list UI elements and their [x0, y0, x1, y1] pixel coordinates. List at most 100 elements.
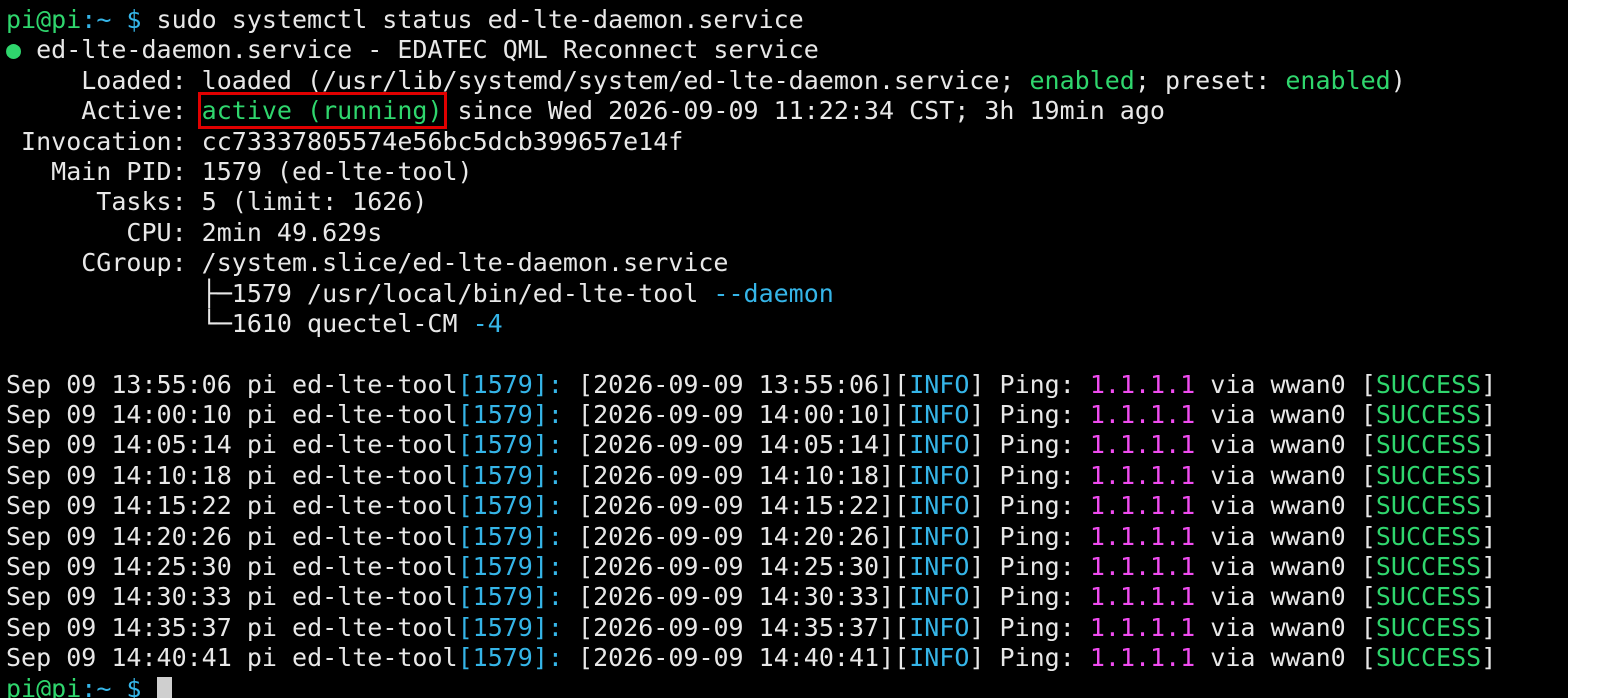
- log-host: pi: [246, 369, 277, 399]
- log-timestamp: Sep 09 14:00:10: [6, 400, 232, 430]
- log-line: Sep 09 14:05:14 pi ed-lte-tool[1579]: [2…: [6, 430, 1496, 460]
- log-punctuation: ]:: [532, 369, 563, 399]
- log-ip: 1.1.1.1: [1089, 643, 1196, 673]
- log-host: pi: [246, 612, 277, 642]
- log-punctuation: ][: [879, 612, 910, 642]
- log-punctuation: ][: [879, 552, 910, 582]
- log-message: Ping:: [999, 612, 1075, 642]
- log-pid: 1579: [472, 643, 533, 673]
- log-punctuation: ]: [969, 582, 1000, 612]
- journal-log: Sep 09 13:55:06 pi ed-lte-tool[1579]: [2…: [6, 370, 1496, 674]
- log-level: INFO: [909, 582, 970, 612]
- log-host: pi: [246, 643, 277, 673]
- log-punctuation: ]:: [532, 643, 563, 673]
- log-process: ed-lte-tool: [292, 521, 458, 551]
- log-host: pi: [246, 582, 277, 612]
- log-result: SUCCESS: [1375, 552, 1482, 582]
- log-message: Ping:: [999, 643, 1075, 673]
- log-punctuation: [: [562, 430, 594, 460]
- log-punctuation: [: [457, 552, 473, 582]
- log-punctuation: ]: [969, 430, 1000, 460]
- log-pid: 1579: [472, 460, 533, 490]
- log-punctuation: [: [562, 582, 594, 612]
- log-punctuation: [232, 430, 247, 459]
- log-interface: via wwan0: [1210, 491, 1346, 521]
- final-prompt-line: pi@pi:~ $: [6, 674, 1496, 698]
- log-punctuation: [: [457, 521, 473, 551]
- log-level: INFO: [909, 460, 970, 490]
- log-timestamp: Sep 09 14:10:18: [6, 460, 232, 490]
- log-process: ed-lte-tool: [292, 491, 458, 521]
- cpu-label: CPU:: [6, 217, 202, 247]
- log-punctuation: ][: [879, 491, 910, 521]
- log-punctuation: ]: [1481, 491, 1497, 521]
- log-pid: 1579: [472, 491, 533, 521]
- log-punctuation: [1195, 643, 1210, 672]
- log-punctuation: [: [1345, 552, 1376, 582]
- log-punctuation: [: [562, 552, 594, 582]
- log-punctuation: [232, 370, 247, 399]
- log-ip: 1.1.1.1: [1089, 460, 1196, 490]
- log-punctuation: ]:: [532, 582, 563, 612]
- log-message: Ping:: [999, 582, 1075, 612]
- final-prompt-user: pi@pi: [6, 673, 82, 698]
- log-datetime: 2026-09-09 14:10:18: [593, 460, 880, 490]
- log-punctuation: [1075, 461, 1090, 490]
- log-line: Sep 09 14:00:10 pi ed-lte-tool[1579]: [2…: [6, 400, 1496, 430]
- log-punctuation: ][: [879, 643, 910, 673]
- log-interface: via wwan0: [1210, 521, 1346, 551]
- log-host: pi: [246, 460, 277, 490]
- log-punctuation: ]: [1481, 400, 1497, 430]
- terminal-window[interactable]: pi@pi:~ $ sudo systemctl status ed-lte-d…: [0, 0, 1568, 698]
- log-datetime: 2026-09-09 14:05:14: [593, 430, 880, 460]
- log-interface: via wwan0: [1210, 552, 1346, 582]
- log-punctuation: [: [457, 369, 473, 399]
- log-line: Sep 09 14:40:41 pi ed-lte-tool[1579]: [2…: [6, 643, 1496, 673]
- log-process: ed-lte-tool: [292, 612, 458, 642]
- log-punctuation: [: [1345, 643, 1376, 673]
- final-prompt-symbol: $: [111, 673, 157, 698]
- log-punctuation: [277, 430, 292, 459]
- cpu-line: CPU: 2min 49.629s: [6, 218, 1496, 248]
- log-level: INFO: [909, 521, 970, 551]
- log-datetime: 2026-09-09 14:30:33: [593, 582, 880, 612]
- log-punctuation: [277, 582, 292, 611]
- log-punctuation: [: [1345, 582, 1376, 612]
- log-punctuation: [: [1345, 430, 1376, 460]
- log-line: Sep 09 14:35:37 pi ed-lte-tool[1579]: [2…: [6, 613, 1496, 643]
- log-punctuation: [: [562, 400, 594, 430]
- log-pid: 1579: [472, 400, 533, 430]
- log-punctuation: [: [457, 460, 473, 490]
- loaded-mid: ; preset:: [1134, 65, 1286, 95]
- log-timestamp: Sep 09 14:15:22: [6, 491, 232, 521]
- log-punctuation: [: [1345, 369, 1376, 399]
- cpu-value: 2min 49.629s: [201, 217, 383, 247]
- log-process: ed-lte-tool: [292, 369, 458, 399]
- log-punctuation: [: [457, 643, 473, 673]
- loaded-line: Loaded: loaded (/usr/lib/systemd/system/…: [6, 66, 1496, 96]
- log-punctuation: [1075, 430, 1090, 459]
- log-punctuation: [: [457, 582, 473, 612]
- log-punctuation: ][: [879, 460, 910, 490]
- log-process: ed-lte-tool: [292, 582, 458, 612]
- cgroup-tree-item: └─1610 quectel-CM -4: [6, 309, 1496, 339]
- log-punctuation: [1075, 582, 1090, 611]
- log-punctuation: [277, 613, 292, 642]
- log-punctuation: [: [1345, 460, 1376, 490]
- log-punctuation: ][: [879, 369, 910, 399]
- cgroup-tree-prefix: └─1610 quectel-CM: [6, 308, 473, 338]
- loaded-preset: enabled: [1285, 65, 1391, 95]
- log-punctuation: [: [562, 643, 594, 673]
- log-punctuation: [277, 370, 292, 399]
- tasks-line: Tasks: 5 (limit: 1626): [6, 187, 1496, 217]
- log-punctuation: ][: [879, 400, 910, 430]
- log-punctuation: ]: [1481, 582, 1497, 612]
- log-interface: via wwan0: [1210, 369, 1346, 399]
- cgroup-tree-item: ├─1579 /usr/local/bin/ed-lte-tool --daem…: [6, 279, 1496, 309]
- log-level: INFO: [909, 430, 970, 460]
- log-punctuation: [1195, 491, 1210, 520]
- log-punctuation: [: [562, 491, 594, 521]
- loaded-label: Loaded:: [6, 65, 202, 95]
- active-state: active (running): [197, 92, 447, 130]
